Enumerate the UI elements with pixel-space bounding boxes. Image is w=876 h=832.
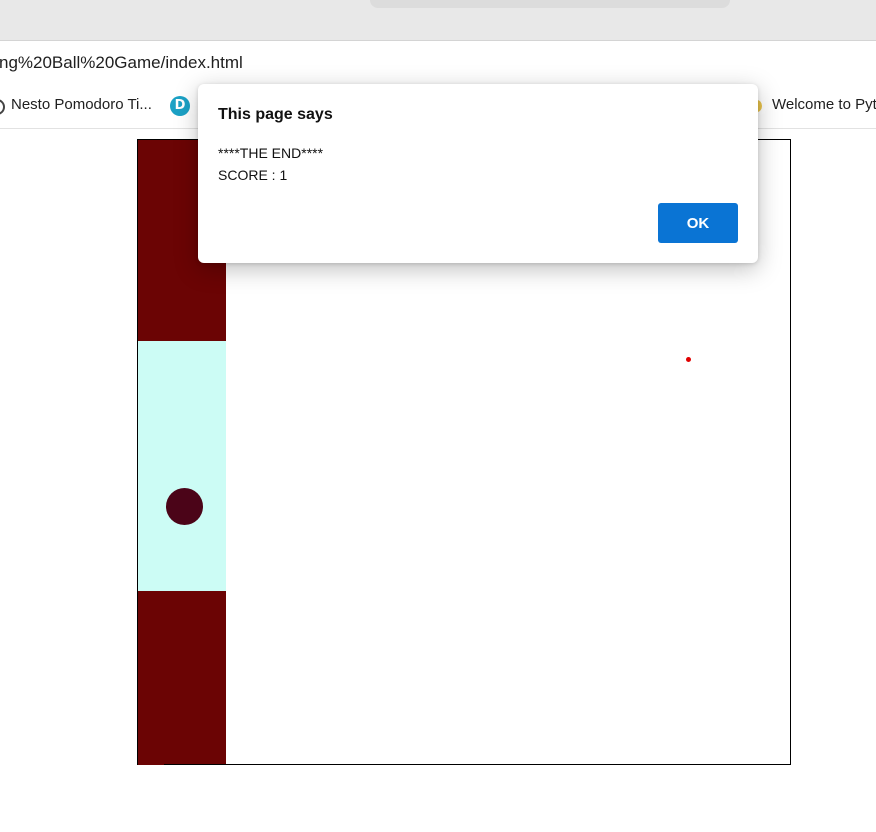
dialog-message: ****THE END**** SCORE : 1 (218, 142, 323, 186)
bookmark-welcome-python[interactable]: Welcome to Pyt (772, 96, 876, 113)
dialog-message-line-2: SCORE : 1 (218, 167, 288, 183)
active-tab[interactable] (370, 0, 730, 8)
paddle (138, 341, 226, 591)
alert-dialog: This page says ****THE END**** SCORE : 1… (198, 84, 758, 263)
ok-button[interactable]: OK (658, 203, 738, 243)
canvas-bottom-edge (164, 764, 226, 765)
edge-icon[interactable] (0, 99, 5, 115)
address-url[interactable]: ng%20Ball%20Game/index.html (0, 53, 243, 73)
bookmark-nesto-pomodoro[interactable]: Nesto Pomodoro Ti... (11, 96, 152, 113)
dialog-title: This page says (218, 106, 333, 123)
small-red-ball (686, 357, 691, 362)
ball (166, 488, 203, 525)
browser-tab-strip (0, 0, 876, 41)
d-logo-icon[interactable]: D (170, 96, 190, 116)
address-bar[interactable]: ng%20Ball%20Game/index.html (0, 41, 876, 83)
dialog-message-line-1: ****THE END**** (218, 145, 324, 161)
left-wall-bottom (138, 591, 226, 765)
